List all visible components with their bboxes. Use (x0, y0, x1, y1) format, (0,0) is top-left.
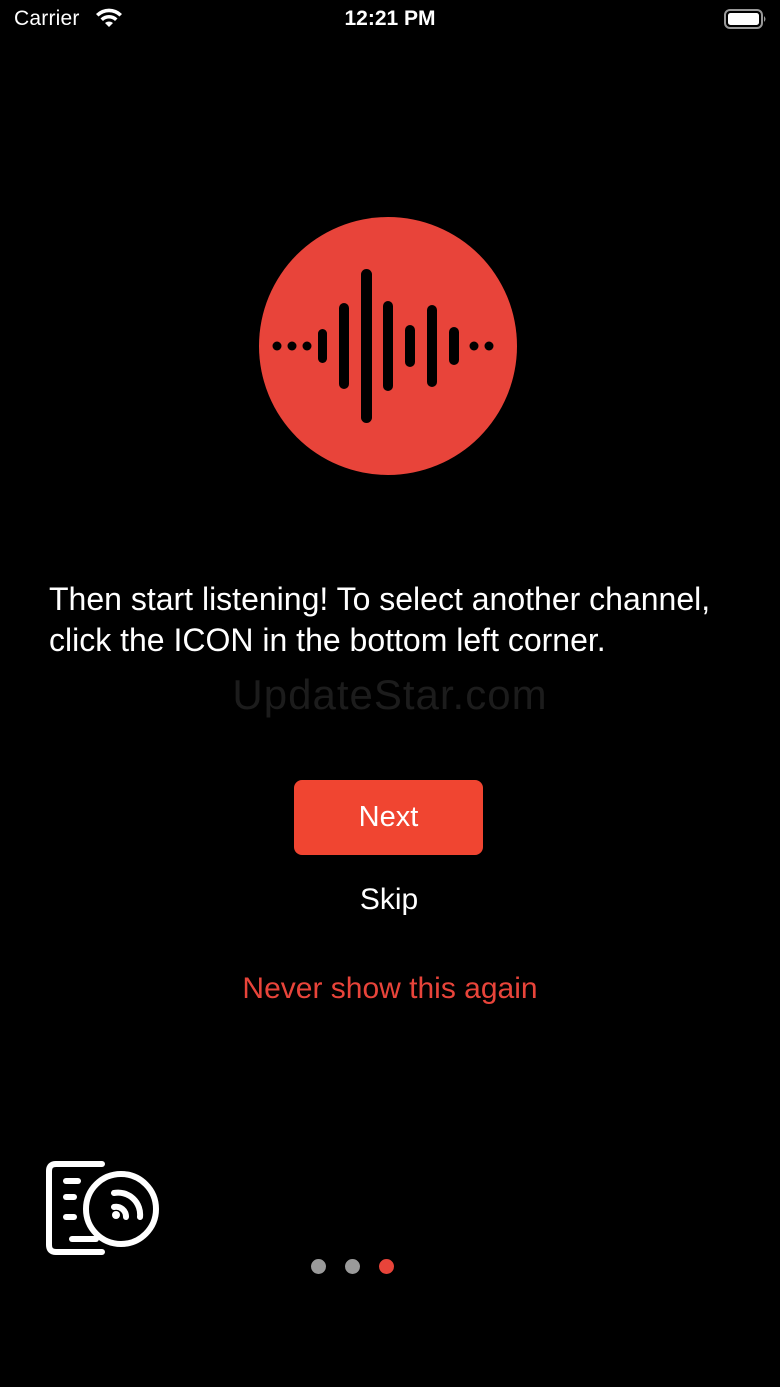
page-dot-3[interactable] (379, 1259, 394, 1274)
next-button-label: Next (358, 801, 419, 833)
page-dot-2[interactable] (345, 1259, 360, 1274)
never-show-again-button[interactable]: Never show this again (180, 967, 600, 1011)
skip-button[interactable]: Skip (290, 878, 488, 922)
sound-wave-icon (272, 269, 494, 423)
battery-icon (724, 9, 766, 29)
watermark: UpdateStar.com (232, 671, 548, 718)
page-indicator[interactable] (311, 1259, 395, 1275)
device-radio-icon[interactable] (44, 1159, 164, 1257)
status-time: 12:21 PM (344, 7, 436, 30)
page-dot-1[interactable] (311, 1259, 326, 1274)
hero-logo (259, 217, 517, 475)
onboarding-message: Then start listening! To select another … (49, 581, 711, 658)
next-button[interactable]: Next (294, 780, 483, 855)
status-bar: Carrier 12:21 PM (0, 0, 780, 40)
